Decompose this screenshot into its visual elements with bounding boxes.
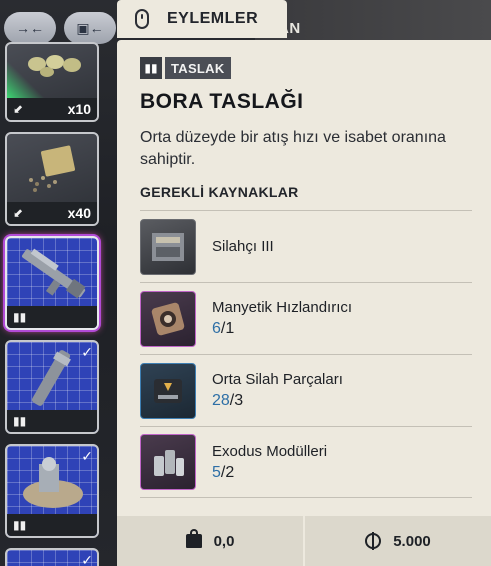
device-blueprint-icon: [17, 454, 87, 512]
requirement-row: Exodus Modülleri 5/2: [140, 426, 472, 498]
requirement-row: Manyetik Hızlandırıcı 6/1: [140, 282, 472, 354]
requirement-row: Silahçı III: [140, 210, 472, 282]
requirement-count: 6/1: [212, 320, 235, 337]
requirement-count: 28/3: [212, 392, 244, 409]
required-count: 2: [225, 463, 235, 481]
owned-count: 6: [212, 320, 221, 337]
magnetic-accelerator-icon: [140, 290, 196, 347]
workbench-icon: [140, 218, 196, 275]
requirement-name: Orta Silah Parçaları: [212, 371, 343, 388]
collapse-button[interactable]: →←: [4, 12, 56, 44]
weight-icon: [185, 529, 202, 548]
inventory-slot-rifle-blueprint[interactable]: ▮▮: [5, 236, 99, 330]
requirements-list: Silahçı III Manyetik Hızlandırıcı 6/1 Or…: [140, 210, 472, 498]
mouse-icon: [135, 9, 149, 29]
collapse-arrows-icon: →←: [16, 20, 44, 36]
inventory-slot-footer: ▮▮: [7, 410, 97, 432]
exodus-modules-icon: [140, 434, 196, 490]
price-cell: 5.000: [303, 516, 491, 566]
inventory-slot-seed-packet[interactable]: ⬋ x40: [5, 132, 99, 226]
inventory-column: ⬋ x10 ⬋ x40 ▮▮ ✓ ▮▮ ✓ ▮▮ ✓: [0, 42, 104, 566]
category-icon: ⬋: [13, 206, 24, 220]
inventory-slot-footer: ⬋ x40: [7, 202, 97, 224]
rifle-blueprint-icon: [13, 244, 93, 304]
seed-packet-icon: [21, 144, 81, 196]
owned-count: 5: [212, 463, 221, 481]
requirement-name: Manyetik Hızlandırıcı: [212, 299, 353, 316]
requirement-count: 5/2: [212, 463, 235, 481]
inventory-slot-footer: ▮▮: [7, 306, 97, 328]
quantity-label: x10: [67, 101, 91, 117]
coin-icon: [365, 532, 382, 550]
sort-arrow-icon: ▣←: [76, 19, 104, 36]
weight-cell: 0,0: [117, 516, 303, 566]
blueprint-book-icon: ▮▮: [140, 57, 162, 79]
barrel-blueprint-icon: [21, 348, 81, 408]
weapon-parts-case-icon: [140, 362, 196, 419]
inventory-slot-footer: ⬋ x10: [7, 98, 97, 120]
requirement-row: Orta Silah Parçaları 28/3: [140, 354, 472, 426]
tooltip-footer: 0,0 5.000: [117, 516, 491, 566]
inventory-slot-footer: ▮▮: [7, 514, 97, 536]
required-count: 1: [225, 320, 235, 337]
required-count: 3: [234, 392, 244, 409]
blueprint-book-icon: ▮▮: [13, 518, 27, 532]
badge-label: TASLAK: [165, 57, 231, 79]
rarity-accent: [7, 62, 45, 102]
inventory-slot-seeds[interactable]: ⬋ x10: [5, 42, 99, 122]
sort-button[interactable]: ▣←: [64, 12, 116, 44]
actions-tab-label: EYLEMLER: [167, 10, 259, 27]
price-value: 5.000: [393, 532, 431, 550]
blueprint-book-icon: ▮▮: [13, 310, 27, 324]
inventory-slot-device-blueprint[interactable]: ✓ ▮▮: [5, 444, 99, 538]
category-badge: ▮▮ TASLAK: [140, 57, 231, 79]
inventory-slot-partial[interactable]: ✓: [5, 548, 99, 566]
requirement-name: Exodus Modülleri: [212, 442, 328, 460]
weight-value: 0,0: [213, 532, 235, 550]
checkmark-icon: ✓: [81, 344, 93, 360]
quantity-label: x40: [67, 205, 91, 221]
item-description: Orta düzeyde bir atış hızı ve isabet ora…: [140, 129, 446, 168]
requirement-name: Silahçı III: [212, 238, 274, 255]
item-title: BORA TASLAĞI: [140, 90, 304, 113]
category-icon: ⬋: [13, 102, 24, 116]
actions-tab[interactable]: EYLEMLER: [117, 0, 287, 38]
checkmark-icon: ✓: [81, 552, 93, 566]
blueprint-book-icon: ▮▮: [13, 414, 27, 428]
owned-count: 28: [212, 392, 230, 409]
requirements-header: GEREKLİ KAYNAKLAR: [140, 184, 299, 200]
inventory-slot-barrel-blueprint[interactable]: ✓ ▮▮: [5, 340, 99, 434]
